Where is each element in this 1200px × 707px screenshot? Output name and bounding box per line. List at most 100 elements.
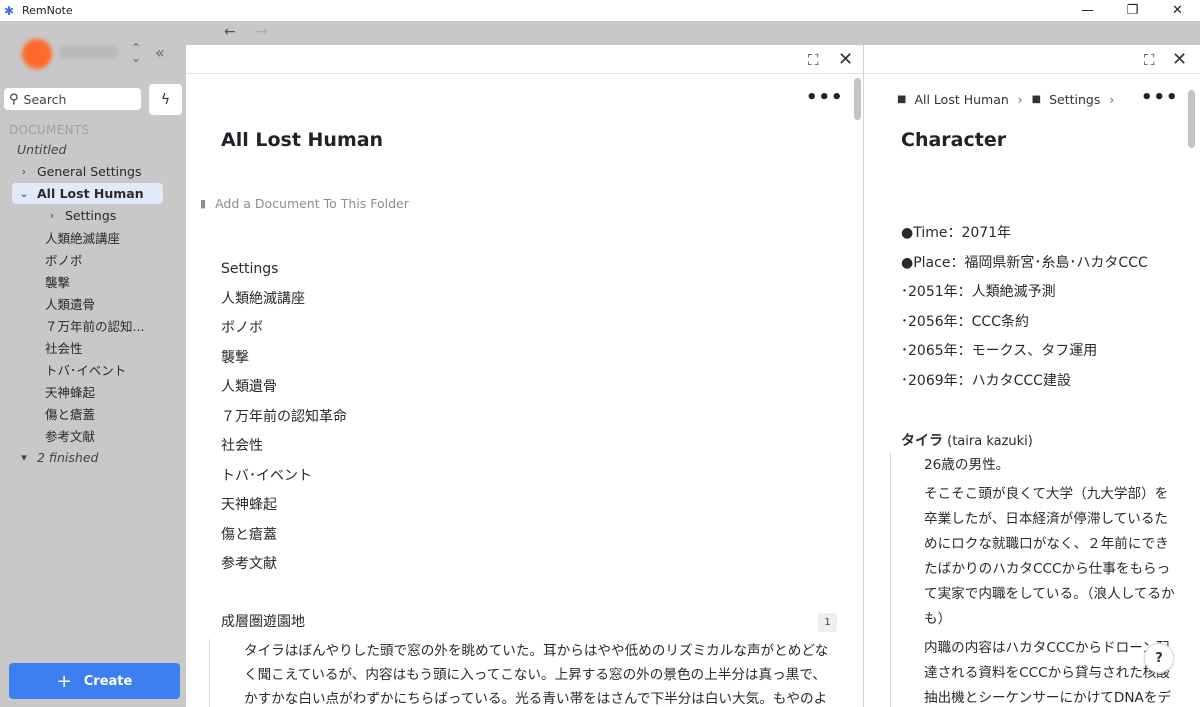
detail-paragraph[interactable]: そこそこ頭が良くて大学（九大学部）を卒業したが、日本経済が停滞しているためにロク…: [924, 482, 1180, 632]
sidebar-item-label: General Settings: [37, 163, 142, 179]
search-box[interactable]: ⚲ Search: [4, 88, 141, 110]
back-arrow-icon[interactable]: ←: [224, 24, 236, 40]
character-romanized: (taira kazuki): [943, 434, 1033, 449]
sidebar-item-label: ７万年前の認知...: [45, 318, 145, 334]
sidebar-item-label: 2 finished: [37, 449, 99, 465]
chevron-down-icon[interactable]: ▾: [17, 451, 31, 464]
sidebar-item-label: 襲撃: [45, 274, 71, 290]
child-document-link[interactable]: 人類絶滅講座: [221, 285, 347, 315]
pane-toolbar: ⛶ ✕: [186, 45, 863, 74]
character-settings-list: ●Time：2071年 ●Place：福岡県新宮･糸島･ハカタCCC ･2051年：…: [901, 219, 1148, 396]
close-window-icon[interactable]: ✕: [1155, 0, 1200, 21]
page-title[interactable]: Character: [901, 129, 1006, 151]
sidebar-item-label: Untitled: [17, 141, 67, 157]
child-document-link[interactable]: ７万年前の認知革命: [221, 403, 347, 433]
sidebar-item[interactable]: › General Settings: [0, 160, 186, 182]
sidebar-item[interactable]: Untitled: [0, 138, 186, 160]
sidebar-item-label: トバ･イベント: [45, 362, 127, 378]
add-document-button[interactable]: ▮ Add a Document To This Folder: [200, 196, 409, 211]
section-title[interactable]: 成層圏遊園地: [221, 611, 305, 631]
avatar[interactable]: [22, 39, 52, 69]
sidebar-item-label: Settings: [65, 207, 117, 223]
folder-icon: ■: [1031, 94, 1042, 105]
sidebar-item-label: 天神蜂起: [45, 384, 96, 400]
title-bar: ✱ RemNote — ❐ ✕: [0, 0, 1200, 21]
child-document-link[interactable]: 社会性: [221, 432, 347, 462]
minimize-icon[interactable]: —: [1065, 0, 1110, 21]
window-controls: — ❐ ✕: [1065, 0, 1200, 21]
sidebar-item[interactable]: ▾ 2 finished: [0, 446, 186, 468]
sidebar-item[interactable]: ⌄ All Lost Human: [0, 182, 186, 204]
story-paragraph[interactable]: タイラはぼんやりした頭で窓の外を眺めていた。耳からはやや低めのリズミカルな声がと…: [209, 639, 829, 707]
more-options-icon[interactable]: •••: [806, 87, 844, 108]
collapse-sidebar-icon[interactable]: «: [155, 43, 165, 62]
sidebar-item[interactable]: 社会性: [0, 336, 186, 358]
child-document-link[interactable]: Settings: [221, 255, 347, 285]
detail-paragraph[interactable]: 内職の内容はハカタCCCからドローン配達される資料をCCCから貸与された核酸抽出…: [924, 636, 1180, 707]
breadcrumb: ■ All Lost Human › ■ Settings ›: [897, 92, 1123, 107]
child-document-link[interactable]: 傷と瘡蓋: [221, 521, 347, 551]
chevron-right-icon[interactable]: ›: [17, 165, 31, 178]
child-document-link[interactable]: ボノボ: [221, 314, 347, 344]
setting-line[interactable]: ･2051年：人類絶滅予測: [901, 278, 1148, 308]
character-details: 26歳の男性。 そこそこ頭が良くて大学（九大学部）を卒業したが、日本経済が停滞し…: [890, 453, 1180, 707]
search-placeholder: Search: [23, 91, 67, 107]
breadcrumb-item[interactable]: All Lost Human: [914, 92, 1008, 107]
forward-arrow-icon[interactable]: →: [256, 24, 268, 40]
restore-icon[interactable]: ❐: [1110, 0, 1155, 21]
setting-line[interactable]: ･2056年：CCC条約: [901, 308, 1148, 338]
chevron-right-icon: ›: [1109, 92, 1115, 107]
create-button[interactable]: + Create: [9, 663, 180, 699]
expand-icon[interactable]: ⛶: [808, 51, 819, 69]
child-document-link[interactable]: 襲撃: [221, 344, 347, 374]
sidebar-item[interactable]: 人類絶滅講座: [0, 226, 186, 248]
documents-heading: DOCUMENTS: [9, 123, 90, 137]
child-document-link[interactable]: 参考文献: [221, 550, 347, 580]
help-button[interactable]: ?: [1144, 643, 1174, 673]
search-icon: ⚲: [9, 91, 19, 107]
close-pane-icon[interactable]: ✕: [1172, 49, 1187, 70]
sidebar: ⌃ ⌄ « ⚲ Search ϟ DOCUMENTS Untitled › Gener…: [0, 21, 186, 707]
setting-line[interactable]: ●Time：2071年: [901, 219, 1148, 249]
child-documents-list: Settings 人類絶滅講座 ボノボ 襲撃 人類遺骨 ７万年前の認知革命 社会性 トバ･イベ…: [221, 255, 347, 580]
chevron-down-icon[interactable]: ⌄: [17, 187, 31, 200]
expand-icon[interactable]: ⛶: [1144, 51, 1155, 69]
sidebar-item[interactable]: 襲撃: [0, 270, 186, 292]
window-title: RemNote: [22, 4, 73, 17]
sidebar-item-label: All Lost Human: [37, 185, 144, 201]
character-heading[interactable]: タイラ (taira kazuki): [901, 430, 1033, 450]
create-label: Create: [83, 673, 133, 689]
chevron-right-icon[interactable]: ›: [45, 209, 59, 222]
sidebar-item[interactable]: ボノボ: [0, 248, 186, 270]
setting-line[interactable]: ●Place：福岡県新宮･糸島･ハカタCCC: [901, 249, 1148, 279]
child-document-link[interactable]: トバ･イベント: [221, 462, 347, 492]
detail-paragraph[interactable]: 26歳の男性。: [924, 453, 1180, 478]
sidebar-item[interactable]: 傷と瘡蓋: [0, 402, 186, 424]
sidebar-item[interactable]: トバ･イベント: [0, 358, 186, 380]
document-icon: ▮: [200, 197, 207, 210]
folder-icon: ■: [897, 94, 907, 105]
setting-line[interactable]: ･2069年：ハカタCCC建設: [901, 367, 1148, 397]
add-document-label: Add a Document To This Folder: [215, 196, 409, 211]
account-switch-icon[interactable]: ⌃ ⌄: [131, 42, 141, 64]
scrollbar[interactable]: [1188, 90, 1195, 148]
sidebar-item[interactable]: 参考文献: [0, 424, 186, 446]
scrollbar[interactable]: [854, 78, 861, 120]
page-title[interactable]: All Lost Human: [221, 129, 383, 151]
sidebar-item[interactable]: 天神蜂起: [0, 380, 186, 402]
more-options-icon[interactable]: •••: [1141, 87, 1179, 108]
sidebar-item[interactable]: ７万年前の認知...: [0, 314, 186, 336]
child-document-link[interactable]: 天神蜂起: [221, 491, 347, 521]
sidebar-item[interactable]: › Settings: [0, 204, 186, 226]
user-name-blurred[interactable]: [60, 46, 118, 58]
quick-action-button[interactable]: ϟ: [149, 84, 182, 115]
reference-count-badge[interactable]: 1: [818, 613, 837, 632]
document-tree: Untitled › General Settings ⌄ All Lost Human…: [0, 138, 186, 468]
pane-toolbar: ⛶ ✕: [865, 45, 1200, 74]
child-document-link[interactable]: 人類遺骨: [221, 373, 347, 403]
close-pane-icon[interactable]: ✕: [838, 49, 853, 70]
sidebar-item[interactable]: 人類遺骨: [0, 292, 186, 314]
setting-line[interactable]: ･2065年：モークス、タフ運用: [901, 337, 1148, 367]
breadcrumb-item[interactable]: Settings: [1049, 92, 1100, 107]
document-pane-main: ⛶ ✕ ••• All Lost Human ▮ Add a Document …: [186, 45, 864, 707]
